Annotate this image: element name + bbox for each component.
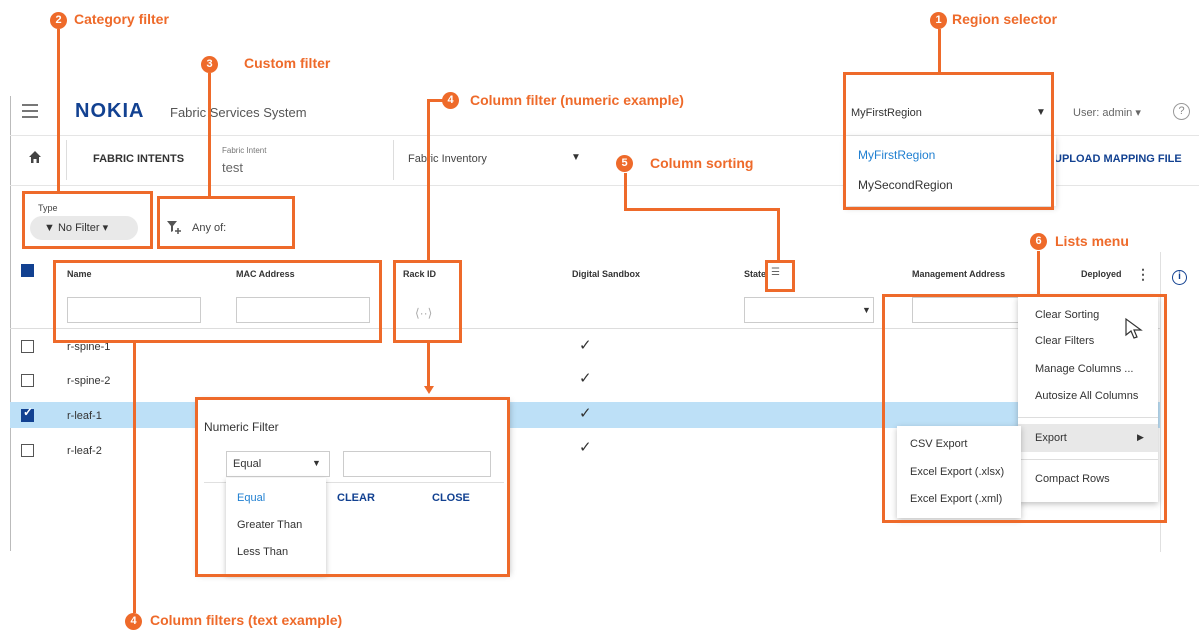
column-header-sandbox[interactable]: Digital Sandbox (572, 269, 640, 279)
user-label: User: admin (1073, 107, 1133, 119)
annotation-box (843, 72, 1054, 210)
annotation-line (57, 29, 60, 191)
row-name: r-leaf-1 (67, 410, 102, 422)
check-icon: ✓ (579, 337, 592, 354)
annotation-box (765, 260, 795, 292)
annotation-line (938, 29, 941, 73)
annotation-badge: 5 (616, 155, 633, 172)
annotation-label: Custom filter (244, 55, 331, 71)
info-icon[interactable]: i (1172, 270, 1187, 285)
select-all-checkbox[interactable] (21, 264, 34, 277)
home-icon[interactable] (28, 150, 42, 164)
fabric-intent-label: Fabric Intent (222, 146, 267, 155)
annotation-label: Category filter (74, 11, 169, 27)
annotation-box (53, 260, 382, 343)
check-icon: ✓ (579, 370, 592, 387)
fabric-intent-value: test (222, 160, 243, 175)
left-border (10, 96, 11, 551)
kebab-icon[interactable]: ⋮ (1136, 266, 1150, 283)
annotation-badge: 4 (442, 92, 459, 109)
inventory-select[interactable]: Fabric Inventory (408, 153, 487, 165)
annotation-line (777, 208, 780, 260)
annotation-line (208, 73, 211, 196)
row-name: r-leaf-2 (67, 445, 102, 457)
fabric-intents-link[interactable]: FABRIC INTENTS (93, 153, 184, 165)
annotation-badge: 4 (125, 613, 142, 630)
annotation-box (22, 191, 153, 249)
annotation-line (1037, 251, 1040, 295)
checkmark-icon: ✓ (23, 405, 34, 419)
annotation-box (195, 397, 510, 577)
annotation-label: Column filter (numeric example) (470, 92, 684, 108)
column-header-mgmt[interactable]: Management Address (912, 269, 1005, 279)
column-header-deployed[interactable]: Deployed (1081, 269, 1122, 279)
divider (66, 140, 67, 180)
annotation-box (393, 260, 462, 343)
state-filter-select[interactable] (744, 297, 874, 323)
annotation-box (157, 196, 295, 249)
row-checkbox[interactable] (21, 374, 34, 387)
annotation-arrow (424, 386, 434, 394)
chevron-down-icon[interactable]: ▼ (571, 152, 581, 163)
row-name: r-spine-2 (67, 375, 111, 387)
annotation-label: Column filters (text example) (150, 612, 343, 628)
annotation-badge: 3 (201, 56, 218, 73)
user-menu[interactable]: User: admin ▾ (1073, 106, 1141, 119)
annotation-line (427, 343, 430, 387)
help-icon[interactable]: ? (1173, 103, 1190, 120)
check-icon: ✓ (579, 439, 592, 456)
annotation-line (624, 173, 627, 209)
annotation-badge: 6 (1030, 233, 1047, 250)
annotation-label: Column sorting (650, 155, 754, 171)
annotation-line (427, 99, 430, 260)
annotation-badge: 2 (50, 12, 67, 29)
divider (393, 140, 394, 180)
hamburger-icon[interactable] (22, 104, 38, 118)
annotation-line (133, 343, 136, 613)
chevron-down-icon[interactable]: ▼ (862, 305, 871, 315)
app-title: Fabric Services System (170, 105, 307, 120)
annotation-line (624, 208, 779, 211)
column-header-state[interactable]: State (744, 269, 766, 279)
nokia-logo: NOKIA (75, 100, 145, 122)
upload-mapping-button[interactable]: UPLOAD MAPPING FILE (1054, 153, 1182, 165)
row-checkbox[interactable] (21, 444, 34, 457)
annotation-label: Lists menu (1055, 233, 1129, 249)
annotation-badge: 1 (930, 12, 947, 29)
annotation-label: Region selector (952, 11, 1058, 27)
check-icon: ✓ (579, 405, 592, 422)
row-checkbox[interactable] (21, 340, 34, 353)
annotation-box (882, 294, 1167, 523)
